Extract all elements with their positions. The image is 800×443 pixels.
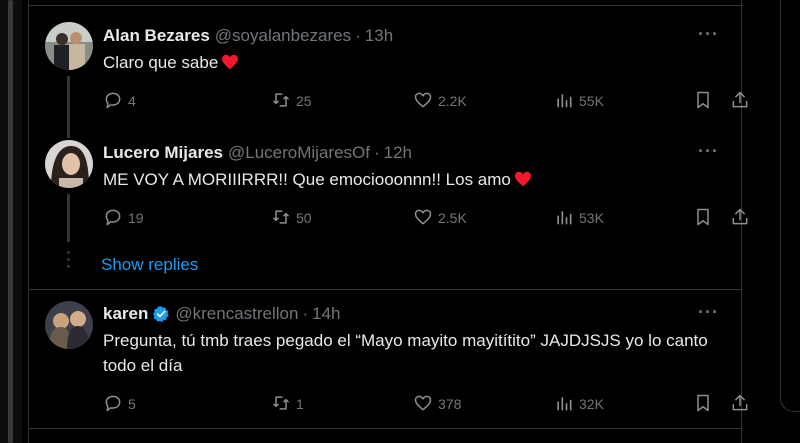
more-options-button[interactable]: ···: [698, 302, 719, 323]
reply-icon: [105, 209, 121, 226]
author-handle[interactable]: @krencastrellon: [175, 304, 298, 324]
thread-line: [67, 194, 70, 242]
heart-icon: [414, 395, 432, 411]
left-scroll-rail: [0, 0, 22, 443]
tweet-lucero-mijares[interactable]: Lucero Mijares @LuceroMijaresOf · 12h ··…: [29, 0, 748, 290]
reply-count: 5: [128, 395, 136, 412]
tweet-text: Pregunta, tú tmb traes pegado el “Mayo m…: [103, 331, 708, 375]
separator: ·: [302, 304, 309, 323]
author-handle[interactable]: @LuceroMijaresOf: [228, 143, 370, 163]
retweet-count: 50: [296, 209, 312, 226]
retweet-icon: [273, 396, 289, 410]
bookmark-button[interactable]: [693, 207, 718, 227]
like-button[interactable]: 2.5K: [413, 207, 467, 227]
thread-line-top: [67, 125, 70, 138]
right-sidebar-panel: [780, 0, 800, 412]
views-count: 32K: [579, 395, 604, 412]
views-chart-icon: [557, 397, 572, 411]
share-icon: [732, 394, 748, 411]
show-replies-link[interactable]: Show replies: [101, 255, 198, 275]
avatar[interactable]: [45, 140, 93, 188]
retweet-button[interactable]: 1: [271, 393, 304, 413]
red-heart-emoji-icon: [514, 171, 531, 187]
views-button[interactable]: 32K: [554, 393, 604, 413]
tweet-actions: 5 1 378 32K: [103, 393, 748, 415]
bookmark-icon: [697, 394, 709, 412]
share-button[interactable]: [730, 207, 755, 227]
more-options-button[interactable]: ···: [698, 141, 719, 162]
timestamp[interactable]: 14h: [312, 304, 340, 324]
author-name[interactable]: karen: [103, 304, 148, 324]
tweet-text-content: ME VOY A MORIIIRRR!! Que emociooonnn!! L…: [103, 170, 511, 189]
timeline-column: Alan Bezares @soyalanbezares · 13h ··· C…: [28, 0, 748, 443]
retweet-count: 1: [296, 395, 304, 412]
views-chart-icon: [557, 211, 572, 225]
reply-button[interactable]: 5: [103, 393, 136, 413]
scrollbar-thumb[interactable]: [8, 0, 13, 443]
bookmark-icon: [697, 208, 709, 226]
views-count: 53K: [579, 209, 604, 226]
tweet-text: ME VOY A MORIIIRRR!! Que emociooonnn!! L…: [103, 167, 723, 192]
tweet-header: Lucero Mijares @LuceroMijaresOf · 12h: [103, 143, 412, 163]
reply-button[interactable]: 19: [103, 207, 144, 227]
tweet-actions: 19 50 2.5K 53K: [103, 207, 748, 229]
verified-badge-icon: [153, 306, 170, 322]
views-button[interactable]: 53K: [554, 207, 604, 227]
tweet-header: karen @krencastrellon · 14h: [103, 304, 341, 324]
tweet-karen[interactable]: karen @krencastrellon · 14h ··· Pregunta…: [29, 290, 748, 428]
like-count: 2.5K: [438, 209, 467, 226]
like-button[interactable]: 378: [413, 393, 461, 413]
retweet-button[interactable]: 50: [271, 207, 312, 227]
share-button[interactable]: [730, 393, 755, 413]
like-count: 378: [438, 395, 462, 412]
bookmark-button[interactable]: [693, 393, 718, 413]
avatar[interactable]: [45, 301, 93, 349]
reply-icon: [105, 395, 121, 412]
share-icon: [732, 208, 748, 225]
timestamp[interactable]: 12h: [384, 143, 412, 163]
retweet-icon: [273, 210, 289, 224]
more-replies-dots: [67, 251, 70, 272]
author-name[interactable]: Lucero Mijares: [103, 143, 223, 163]
separator: ·: [373, 143, 380, 162]
bottom-divider: [29, 428, 741, 429]
heart-icon: [414, 209, 432, 225]
reply-count: 19: [128, 209, 144, 226]
